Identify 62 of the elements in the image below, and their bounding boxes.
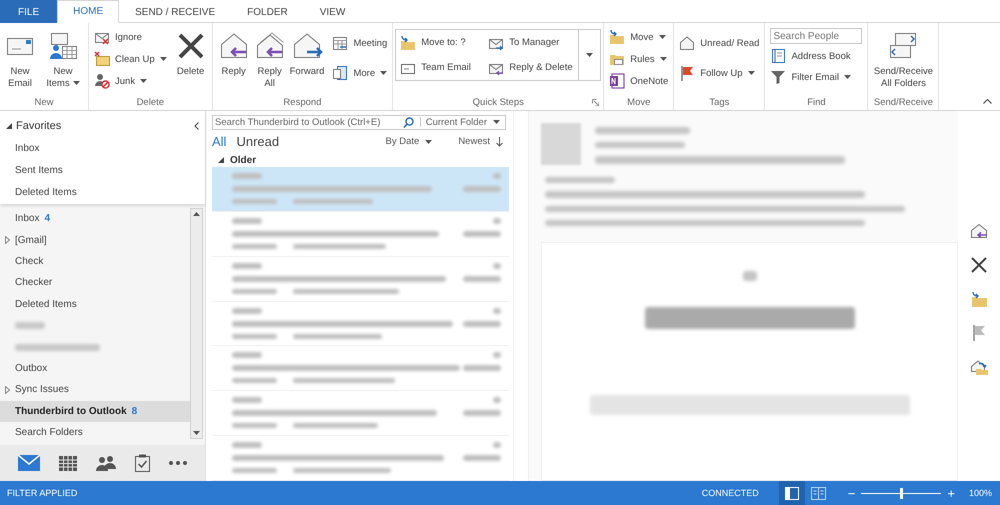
folder-item[interactable]: Deleted Items — [0, 181, 205, 203]
search-people-field[interactable]: Search People — [770, 28, 862, 44]
ribbon-button[interactable]: New Items — [40, 28, 86, 92]
folder-item[interactable]: Check — [15, 256, 44, 267]
group-header[interactable]: Older — [230, 154, 256, 166]
quick-step-item[interactable]: Move to: ? — [400, 34, 488, 52]
ribbon-button[interactable]: Address Book — [770, 47, 862, 65]
folder-item[interactable]: Outbox — [15, 362, 48, 374]
ribbon-button[interactable]: Reply — [214, 28, 253, 80]
folder-item[interactable]: Deleted Items — [15, 298, 77, 310]
ribbon-button[interactable]: Filter Email — [770, 68, 862, 86]
quick-step-item[interactable]: Team Email — [400, 58, 488, 76]
ribbon-button[interactable]: Meeting — [332, 34, 388, 52]
group-label: Move — [627, 97, 650, 108]
ribbon-tab[interactable]: SEND / RECEIVE — [119, 0, 232, 23]
ribbon-button[interactable]: Delete — [172, 28, 210, 80]
connection-status: CONNECTED — [702, 488, 759, 498]
ribbon-button[interactable]: Rules — [609, 50, 668, 68]
quick-step-item[interactable]: Reply & Delete — [488, 58, 574, 76]
quick-step-item[interactable]: To Manager — [488, 34, 574, 52]
folder-item[interactable]: Sent Items — [0, 159, 205, 181]
group-label: Quick Steps — [472, 97, 524, 108]
sort-button[interactable]: By Date — [380, 135, 438, 148]
file-tab[interactable]: FILE — [0, 0, 58, 23]
ribbon-button[interactable]: OneNote — [609, 72, 668, 90]
zoom-out-button[interactable]: − — [844, 486, 860, 500]
ribbon-button[interactable]: Move — [609, 28, 668, 46]
filter-status: FILTER APPLIED — [7, 488, 78, 498]
filter-tab[interactable]: Unread — [236, 134, 280, 150]
folder-item[interactable]: Checker — [15, 277, 52, 288]
zoom-level: 100% — [968, 488, 992, 498]
group-label: Find — [807, 97, 826, 108]
filter-tab[interactable]: All — [212, 134, 226, 150]
folder-item[interactable]: Sync Issues — [15, 384, 69, 396]
group-label: Respond — [283, 97, 322, 108]
ribbon-button[interactable]: More — [332, 64, 388, 82]
ribbon-tab[interactable]: HOME — [57, 0, 120, 23]
group-label: Send/Receive — [874, 97, 934, 108]
ribbon-button[interactable]: Ignore — [94, 28, 167, 46]
folder-item[interactable]: Inbox — [15, 213, 40, 224]
unread-count: 8 — [132, 406, 138, 417]
unread-count: 4 — [44, 213, 50, 224]
ribbon-button[interactable]: Forward — [286, 28, 328, 80]
folder-item[interactable]: Inbox — [0, 137, 205, 159]
sort-order-button[interactable]: Newest — [452, 135, 509, 148]
ribbon-button[interactable]: Clean Up — [94, 50, 167, 68]
ribbon-button[interactable]: New Email — [2, 28, 38, 92]
ribbon-button[interactable]: Reply All — [254, 28, 285, 92]
ribbon-button[interactable]: Follow Up — [679, 64, 760, 82]
ribbon-tab[interactable]: VIEW — [304, 0, 362, 23]
ribbon-button[interactable]: Junk — [94, 72, 167, 90]
folder-item[interactable]: Search Folders — [15, 427, 83, 438]
ribbon-tab[interactable]: FOLDER — [231, 0, 304, 23]
ribbon-button[interactable]: Send/Receive All Folders — [870, 28, 936, 92]
group-label: Tags — [709, 97, 730, 108]
group-label: New — [34, 97, 54, 108]
folder-item[interactable]: Thunderbird to Outlook — [15, 406, 127, 417]
zoom-in-button[interactable]: + — [943, 486, 959, 500]
group-label: Delete — [136, 97, 164, 108]
ribbon-button[interactable]: Unread/ Read — [679, 34, 760, 52]
folder-item[interactable]: [Gmail] — [15, 234, 47, 246]
favorites-header[interactable]: Favorites — [16, 120, 62, 132]
